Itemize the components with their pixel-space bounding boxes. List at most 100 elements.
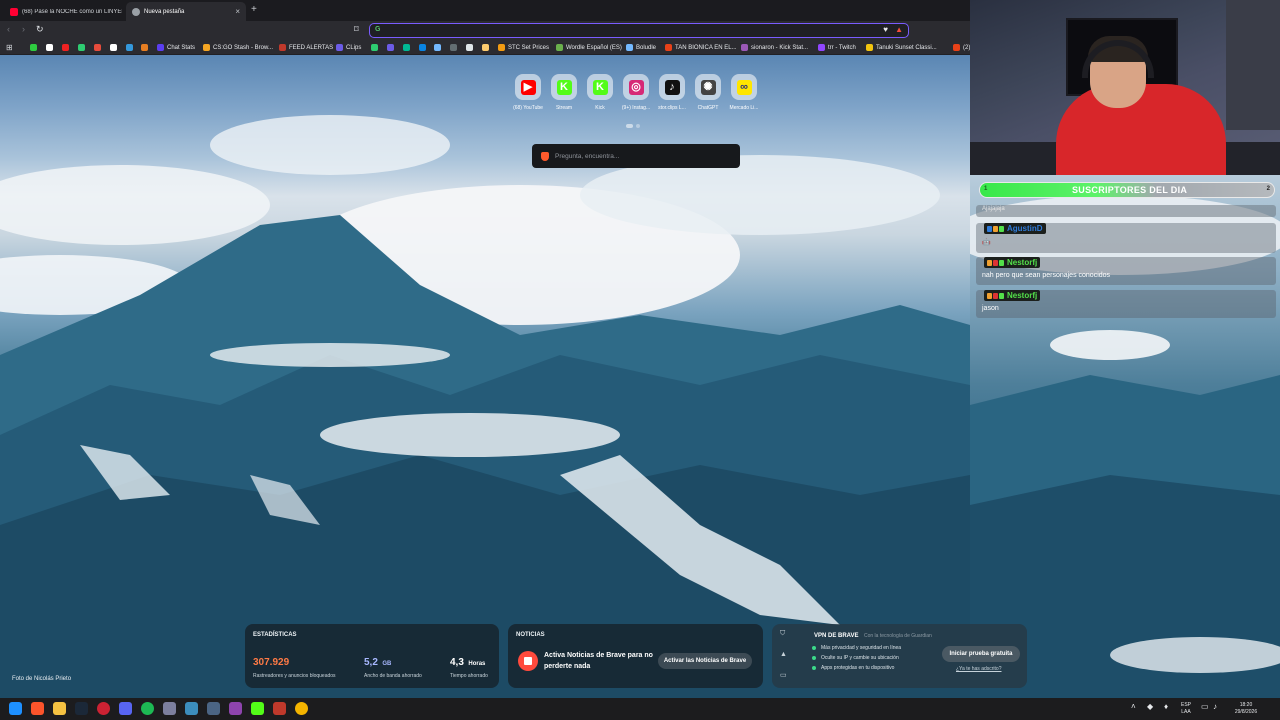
- bookmark-item[interactable]: [371, 42, 381, 53]
- app-icon[interactable]: [163, 702, 176, 715]
- app-icon[interactable]: [273, 702, 286, 715]
- top-site-glyph: ◎: [628, 79, 644, 95]
- chat-message: Ajajajaja: [976, 205, 1276, 217]
- bookmark-label: sionaron - Kick Stat...: [751, 44, 809, 51]
- brave-lion-icon: [541, 151, 549, 161]
- apps-grid-icon[interactable]: ⊞: [6, 42, 13, 53]
- bookmark-favicon-icon: [626, 44, 633, 51]
- top-site-tile[interactable]: ▶ (68) YouTube: [510, 74, 546, 114]
- triangle-icon[interactable]: ▲: [780, 651, 787, 658]
- bookmark-item[interactable]: [434, 42, 444, 53]
- top-site-tile[interactable]: K Kick: [582, 74, 618, 114]
- bookmark-label: Wordle Español (ES): [566, 44, 622, 51]
- bookmark-item[interactable]: [450, 42, 460, 53]
- address-bar[interactable]: G ♥ ▲: [369, 23, 909, 38]
- bookmark-item[interactable]: TAN BIONICA EN EL...: [665, 42, 737, 53]
- bookmark-favicon-icon: [157, 44, 164, 51]
- bookmark-item[interactable]: trr - Twitch: [818, 42, 856, 53]
- bookmark-item[interactable]: CLips: [336, 42, 361, 53]
- bookmark-item[interactable]: [482, 42, 492, 53]
- bookmark-item[interactable]: [30, 42, 40, 53]
- file-explorer-icon[interactable]: [53, 702, 66, 715]
- bookmark-item[interactable]: Boludle: [626, 42, 656, 53]
- bookmark-item[interactable]: [94, 42, 104, 53]
- tiles-pagination[interactable]: [626, 124, 640, 128]
- bookmark-item[interactable]: STC Set Prices: [498, 42, 549, 53]
- top-site-tile[interactable]: ◎ (9+) Instag...: [618, 74, 654, 114]
- time-value: 4,3: [450, 657, 464, 668]
- bookmark-item[interactable]: Wordle Español (ES): [556, 42, 622, 53]
- tab-new-tab[interactable]: Nueva pestaña ×: [126, 2, 246, 21]
- tray-app-icon[interactable]: ◆: [1147, 702, 1153, 711]
- enable-news-button[interactable]: Activar las Noticias de Brave: [658, 653, 752, 669]
- spotify-icon[interactable]: [141, 702, 154, 715]
- bookmark-item[interactable]: Chat Stats: [157, 42, 195, 53]
- bookmark-item[interactable]: [46, 42, 56, 53]
- bookmark-favicon-icon: [419, 44, 426, 51]
- input-language[interactable]: ESP LAA: [1178, 702, 1194, 716]
- bookmark-favicon-icon: [741, 44, 748, 51]
- bookmark-item[interactable]: [141, 42, 151, 53]
- user-badges: [987, 225, 1004, 232]
- top-site-label: (68) YouTube: [513, 105, 543, 111]
- newtab-search-box[interactable]: Pregunta, encuentra...: [532, 144, 740, 168]
- bookmark-item[interactable]: (2): [953, 42, 970, 53]
- bookmark-label: trr - Twitch: [828, 44, 856, 51]
- top-site-glyph: K: [556, 79, 572, 95]
- time-unit: Horas: [468, 661, 486, 667]
- bookmark-item[interactable]: sionaron - Kick Stat...: [741, 42, 808, 53]
- microphone-icon[interactable]: ♦: [1164, 702, 1168, 711]
- bookmark-icon[interactable]: ⌑: [354, 24, 359, 35]
- bookmark-item[interactable]: [387, 42, 397, 53]
- tray-chevron-icon[interactable]: ˄: [1131, 702, 1136, 711]
- top-site-tile[interactable]: K Stream: [546, 74, 582, 114]
- app-icon[interactable]: [207, 702, 220, 715]
- chrome-icon[interactable]: [295, 702, 308, 715]
- top-site-icon: ∞: [731, 74, 757, 100]
- back-icon[interactable]: ‹: [7, 24, 10, 34]
- blocked-desc: Rastreadores y anuncios bloqueados: [253, 673, 336, 679]
- window-icon[interactable]: ▭: [780, 671, 787, 679]
- news-title: NOTICIAS: [516, 632, 545, 638]
- start-trial-button[interactable]: Iniciar prueba gratuita: [942, 646, 1020, 662]
- bandwidth-unit: GB: [382, 661, 392, 667]
- bookmark-item[interactable]: [466, 42, 476, 53]
- bookmark-item[interactable]: [403, 42, 413, 53]
- steam-icon[interactable]: [75, 702, 88, 715]
- kick-icon[interactable]: [251, 702, 264, 715]
- shield-icon[interactable]: ⛉: [780, 630, 785, 638]
- app-icon[interactable]: [97, 702, 110, 715]
- bookmark-item[interactable]: CS:GO Stash - Brow...: [203, 42, 273, 53]
- bookmark-favicon-icon: [203, 44, 210, 51]
- reload-icon[interactable]: ↻: [36, 24, 44, 35]
- bookmark-item[interactable]: [78, 42, 88, 53]
- clock[interactable]: 18:20 29/8/2026: [1226, 702, 1266, 716]
- start-icon[interactable]: [9, 702, 22, 715]
- already-subscribed-link[interactable]: ¿Ya te has adscrito?: [956, 666, 1002, 672]
- close-tab-icon[interactable]: ×: [235, 7, 240, 16]
- bookmark-item[interactable]: [62, 42, 72, 53]
- app-icon[interactable]: [229, 702, 242, 715]
- brave-rewards-icon[interactable]: ▲: [895, 25, 903, 34]
- vpn-feature-text: Más privacidad y seguridad en línea: [821, 645, 902, 651]
- brave-icon[interactable]: [31, 702, 44, 715]
- new-tab-button[interactable]: +: [251, 4, 257, 15]
- bookmark-item[interactable]: [110, 42, 120, 53]
- volume-icon[interactable]: ♪: [1213, 702, 1217, 711]
- windows-taskbar: ˄ ◆ ♦ ESP LAA ▭ ♪ 18:20 29/8/2026: [0, 698, 1280, 720]
- top-site-tile[interactable]: ∞ Mercado Li...: [726, 74, 762, 114]
- bookmark-item[interactable]: FEED ALERTAS: [279, 42, 333, 53]
- google-icon: G: [375, 26, 381, 33]
- network-icon[interactable]: ▭: [1201, 702, 1209, 711]
- forward-icon[interactable]: ›: [22, 24, 25, 34]
- top-site-icon: K: [587, 74, 613, 100]
- top-site-tile[interactable]: ♪ stor.clips L...: [654, 74, 690, 114]
- bookmark-item[interactable]: [419, 42, 429, 53]
- bookmark-item[interactable]: Tanuki Sunset Classi...: [866, 42, 937, 53]
- top-site-tile[interactable]: ✺ ChatGPT: [690, 74, 726, 114]
- discord-icon[interactable]: [119, 702, 132, 715]
- tab-youtube-video[interactable]: (68) Pasé la NOCHE como un LINYER...: [4, 2, 128, 21]
- bookmark-item[interactable]: [126, 42, 136, 53]
- app-icon[interactable]: [185, 702, 198, 715]
- brave-shields-icon[interactable]: ♥: [883, 25, 888, 34]
